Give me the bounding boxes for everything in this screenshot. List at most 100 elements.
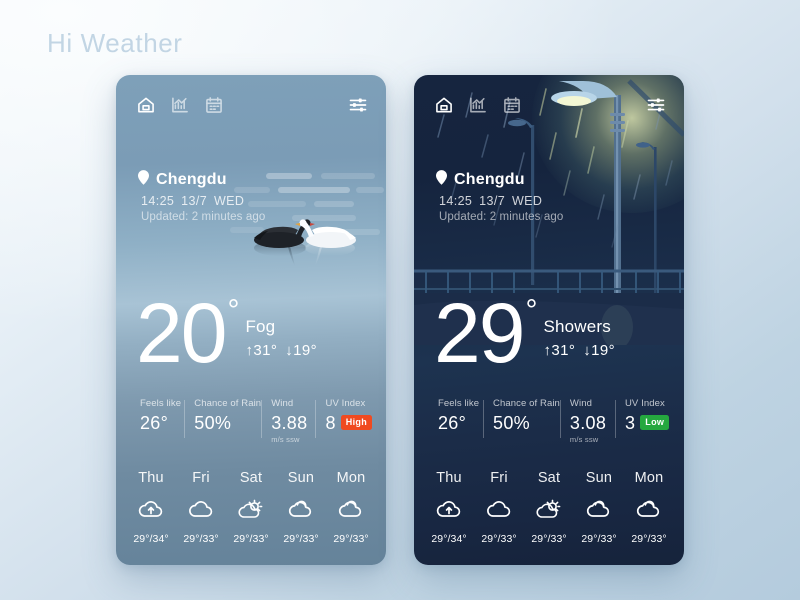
forecast-temps: 29°/33° [481, 533, 517, 545]
calendar-icon[interactable] [204, 95, 224, 115]
forecast-temps: 29°/33° [233, 533, 269, 545]
card-topbar [116, 75, 386, 115]
stat-uv-index: UV Index 3 Low [614, 398, 670, 444]
cloud-icon [187, 498, 215, 522]
weather-card-day[interactable]: Chengdu 14:25 13/7 WED Updated: 2 minute… [116, 75, 386, 565]
chart-icon[interactable] [170, 95, 190, 115]
stat-label: Chance of Rain [194, 398, 262, 409]
forecast-temps: 29°/33° [531, 533, 567, 545]
partly-cloudy-icon [287, 498, 315, 522]
forecast-day-name: Sat [537, 470, 561, 486]
stat-label: UV Index [624, 398, 665, 409]
forecast-temps: 29°/34° [133, 533, 169, 545]
forecast-day-fri[interactable]: Fri 29°/33° [176, 470, 226, 545]
home-icon[interactable] [136, 95, 156, 115]
cloud-arrow-icon [435, 498, 463, 522]
city-name: Chengdu [156, 171, 227, 188]
forecast-day-name: Sat [239, 470, 263, 486]
cloud-arrow-icon [137, 498, 165, 522]
high-low-temps: ↑31° ↓19° [543, 342, 615, 359]
stat-unit: m/s ssw [271, 435, 300, 444]
location-pin-icon [436, 170, 447, 190]
sliders-icon[interactable] [348, 95, 368, 115]
condition-label: Showers [543, 317, 611, 337]
forecast-temps: 29°/33° [631, 533, 667, 545]
stats-row: Feels like 26° Chance of Rain 50% Wind 3… [428, 396, 670, 444]
forecast-day-thu[interactable]: Thu 29°/34° [126, 470, 176, 545]
stat-chance-of-rain: Chance of Rain 50% [483, 398, 560, 444]
forecast-day-mon[interactable]: Mon 29°/33° [326, 470, 376, 545]
partly-cloudy-icon [585, 498, 613, 522]
cloud-icon [485, 498, 513, 522]
stat-value: 3.88 [271, 413, 308, 433]
forecast-day-name: Thu [436, 470, 462, 486]
sun-behind-cloud-icon [535, 498, 563, 522]
updated-label: Updated: 2 minutes ago [439, 211, 564, 223]
forecast-day-name: Mon [336, 470, 366, 486]
sun-behind-cloud-icon [237, 498, 265, 522]
card-topbar [414, 75, 684, 115]
stat-chance-of-rain: Chance of Rain 50% [184, 398, 261, 444]
partly-cloudy-icon [337, 498, 365, 522]
high-temp: ↑31° [245, 342, 278, 360]
current-temperature-block: 20° Fog ↑31° ↓19° [116, 291, 386, 375]
sliders-icon[interactable] [646, 95, 666, 115]
low-temp: ↓19° [285, 342, 318, 360]
forecast-temps: 29°/33° [183, 533, 219, 545]
forecast-day-name: Sun [287, 470, 315, 486]
stat-label: Feels like [438, 398, 480, 409]
current-temperature-block: 29° Showers ↑31° ↓19° [414, 291, 684, 375]
stat-value: 50% [493, 413, 530, 433]
forecast-day-name: Fri [192, 470, 210, 486]
forecast-temps: 29°/34° [431, 533, 467, 545]
stat-label: Feels like [140, 398, 182, 409]
datetime-line: 14:25 13/7 WED [439, 194, 543, 208]
forecast-day-sun[interactable]: Sun 29°/33° [276, 470, 326, 545]
current-temperature: 29° [434, 291, 537, 375]
uv-status-badge: High [340, 414, 372, 431]
stat-unit: m/s ssw [569, 435, 599, 444]
calendar-icon[interactable] [502, 95, 522, 115]
stat-value: 26° [140, 413, 169, 433]
city-name: Chengdu [454, 171, 525, 188]
app-title: Hi Weather [47, 28, 183, 58]
forecast-day-mon[interactable]: Mon 29°/33° [624, 470, 674, 545]
forecast-day-thu[interactable]: Thu 29°/34° [424, 470, 474, 545]
stat-wind: Wind 3.08 m/s ssw [559, 398, 615, 444]
stat-uv-index: UV Index 8 High [315, 398, 372, 444]
forecast-temps: 29°/33° [333, 533, 369, 545]
stat-value: 50% [194, 413, 232, 433]
stats-row: Feels like 26° Chance of Rain 50% Wind 3… [130, 396, 372, 444]
high-temp: ↑31° [543, 342, 576, 360]
forecast-day-fri[interactable]: Fri 29°/33° [474, 470, 524, 545]
forecast-row: Thu 29°/34° Fri 29°/33° Sat 29°/33° Sun … [424, 470, 674, 565]
forecast-day-sun[interactable]: Sun 29°/33° [574, 470, 624, 545]
updated-label: Updated: 2 minutes ago [141, 211, 266, 223]
home-icon[interactable] [434, 95, 454, 115]
stat-label: Wind [569, 398, 592, 409]
stat-feels-like: Feels like 26° [130, 398, 184, 444]
forecast-day-name: Thu [138, 470, 164, 486]
stat-value: 26° [438, 413, 467, 433]
forecast-row: Thu 29°/34° Fri 29°/33° Sat 29°/33° Sun … [126, 470, 376, 565]
location-block: Chengdu 14:25 13/7 WED Updated: 2 minute… [116, 115, 386, 223]
low-temp: ↓19° [583, 342, 616, 360]
datetime-line: 14:25 13/7 WED [141, 194, 245, 208]
stat-label: UV Index [325, 398, 366, 409]
uv-status-badge: Low [640, 414, 670, 431]
high-low-temps: ↑31° ↓19° [245, 342, 317, 359]
forecast-day-sat[interactable]: Sat 29°/33° [226, 470, 276, 545]
stat-label: Chance of Rain [493, 398, 560, 409]
forecast-day-sat[interactable]: Sat 29°/33° [524, 470, 574, 545]
degree-symbol: ° [227, 294, 239, 328]
forecast-day-name: Mon [634, 470, 664, 486]
forecast-temps: 29°/33° [283, 533, 319, 545]
temperature-value: 20 [136, 286, 227, 381]
location-pin-icon [138, 170, 149, 190]
weather-card-night[interactable]: Chengdu 14:25 13/7 WED Updated: 2 minute… [414, 75, 684, 565]
location-block: Chengdu 14:25 13/7 WED Updated: 2 minute… [414, 115, 684, 223]
uv-value: 8 [325, 413, 336, 433]
stat-feels-like: Feels like 26° [428, 398, 483, 444]
chart-icon[interactable] [468, 95, 488, 115]
stat-value-row: 3 Low [625, 413, 670, 434]
